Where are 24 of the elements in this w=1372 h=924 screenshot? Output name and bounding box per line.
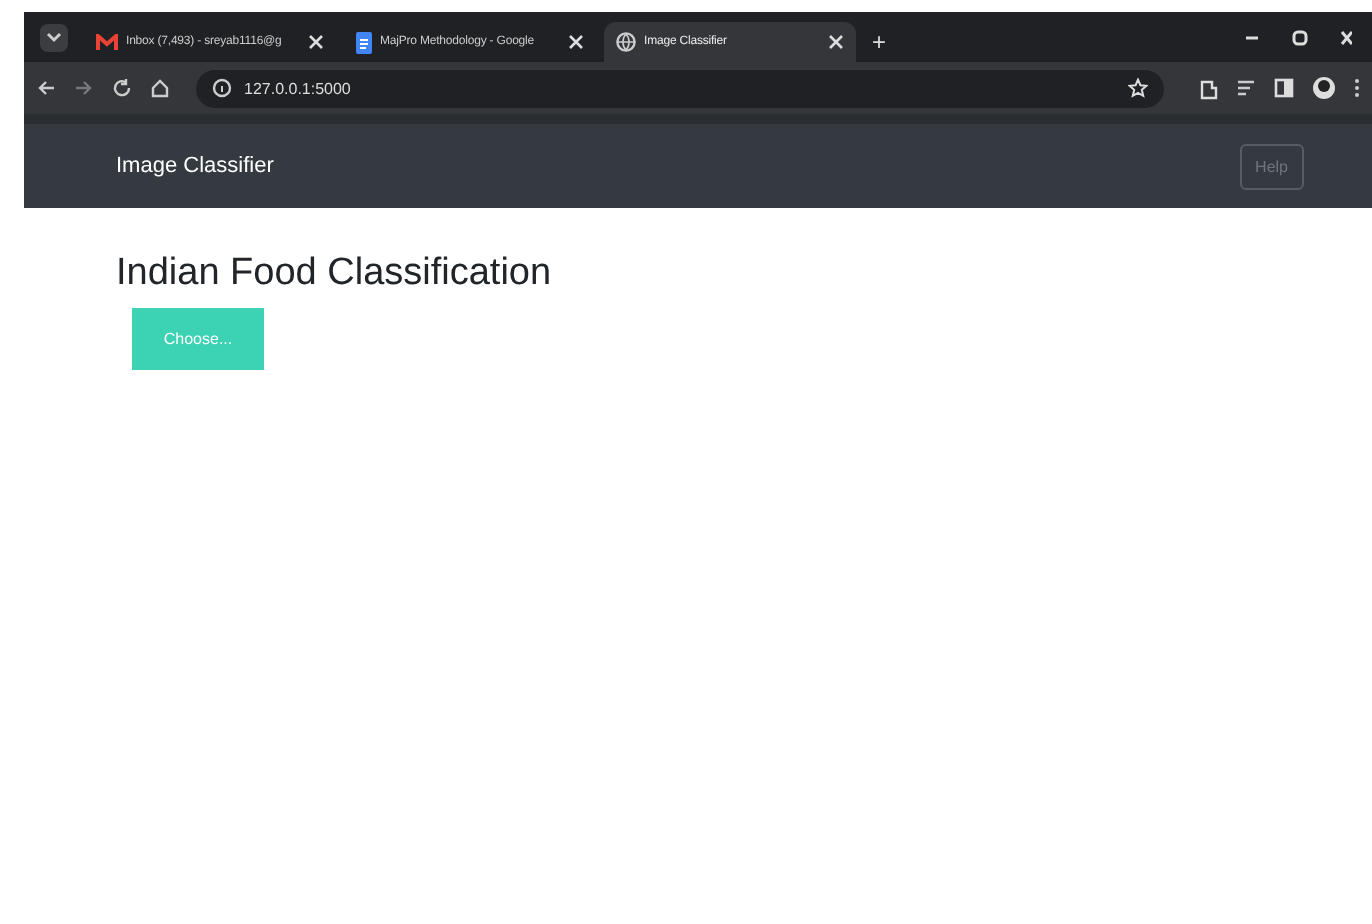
star-icon[interactable]: [1128, 78, 1148, 98]
home-icon[interactable]: [150, 78, 170, 98]
back-icon[interactable]: [36, 78, 56, 98]
globe-icon: [616, 32, 636, 52]
tab-search-button[interactable]: [40, 24, 68, 52]
close-icon[interactable]: [568, 34, 584, 50]
document-icon: [356, 31, 372, 53]
address-bar[interactable]: 127.0.0.1:5000: [196, 69, 1164, 107]
forward-icon[interactable]: [74, 78, 94, 98]
page-heading: Indian Food Classification: [116, 252, 554, 296]
avatar-icon[interactable]: [1312, 76, 1336, 100]
new-tab-button[interactable]: +: [872, 28, 887, 56]
side-panel-icon[interactable]: [1274, 78, 1294, 98]
site-info-icon[interactable]: [212, 78, 232, 98]
restore-icon[interactable]: [1292, 30, 1308, 46]
reload-icon[interactable]: [112, 78, 132, 98]
reading-list-icon[interactable]: [1236, 78, 1256, 98]
menu-icon[interactable]: [1354, 78, 1360, 98]
chevron-icon: [46, 32, 62, 44]
brand-title[interactable]: Image Classifier: [116, 154, 274, 178]
mail-icon: [96, 33, 118, 51]
close-icon[interactable]: [308, 34, 324, 50]
close-icon[interactable]: [1340, 30, 1352, 46]
close-icon[interactable]: [828, 34, 844, 50]
